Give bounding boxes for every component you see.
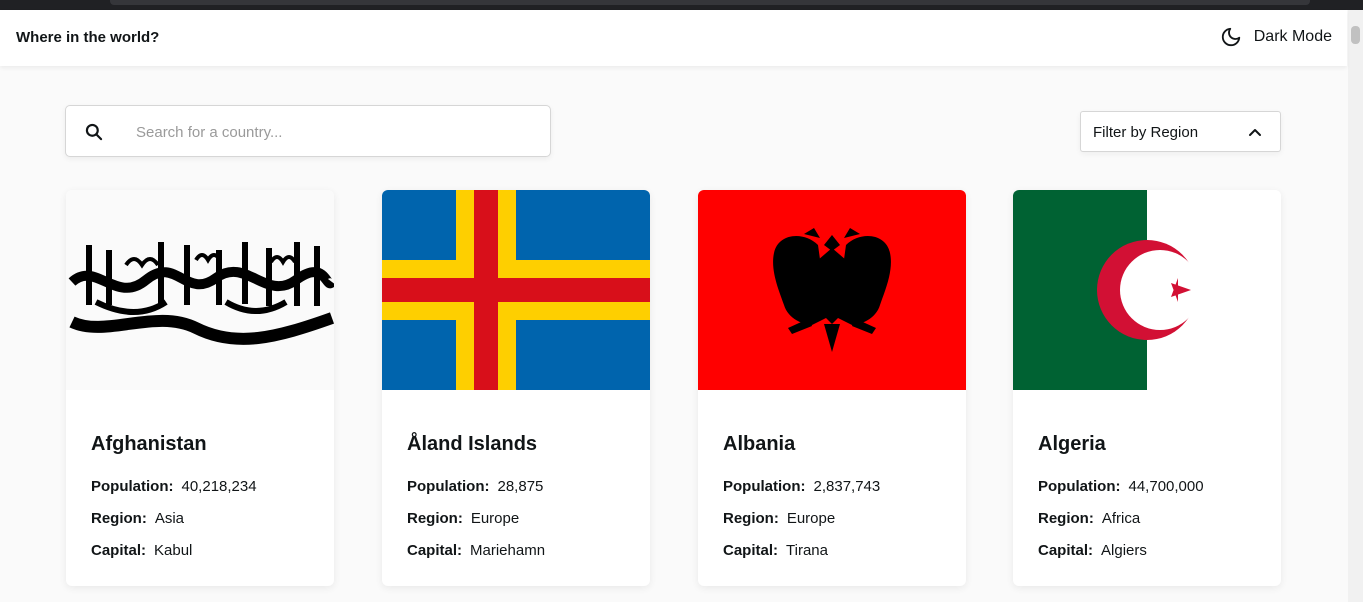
population-value: 44,700,000 (1128, 478, 1204, 495)
population-row: Population: 40,218,234 (91, 478, 257, 495)
region-label: Region: (723, 510, 779, 527)
capital-row: Capital: Mariehamn (407, 542, 545, 559)
algeria-flag (1013, 190, 1281, 390)
capital-label: Capital: (723, 542, 779, 559)
dark-mode-label: Dark Mode (1253, 28, 1332, 45)
region-row: Region: Africa (1038, 510, 1140, 527)
region-value: Europe (470, 510, 520, 527)
capital-label: Capital: (407, 542, 463, 559)
scrollbar-thumb[interactable] (1351, 26, 1360, 44)
region-value: Asia (154, 510, 185, 527)
capital-label: Capital: (1038, 542, 1094, 559)
population-row: Population: 44,700,000 (1038, 478, 1204, 495)
population-value: 28,875 (497, 478, 544, 495)
population-value: 2,837,743 (813, 478, 881, 495)
capital-label: Capital: (91, 542, 147, 559)
app-title: Where in the world? (16, 29, 160, 46)
population-label: Population: (91, 478, 174, 495)
browser-top-strip (0, 0, 1363, 10)
albania-flag (698, 190, 966, 390)
country-name: Algeria (1038, 433, 1106, 455)
country-card[interactable]: Åland Islands Population: 28,875 Region: E… (382, 190, 650, 586)
search-icon (85, 123, 103, 141)
population-label: Population: (723, 478, 806, 495)
region-value: Africa (1101, 510, 1141, 527)
country-card[interactable]: Albania Population: 2,837,743 Region: Euro… (698, 190, 966, 586)
country-name: Afghanistan (91, 433, 207, 455)
region-row: Region: Europe (407, 510, 519, 527)
country-name: Albania (723, 433, 796, 455)
population-label: Population: (1038, 478, 1121, 495)
app-header: Where in the world? Dark Mode (0, 10, 1347, 66)
region-row: Region: Europe (723, 510, 835, 527)
region-filter-dropdown[interactable]: Filter by Region (1080, 111, 1281, 152)
aland-islands-flag (382, 190, 650, 390)
population-value: 40,218,234 (181, 478, 257, 495)
region-filter-label: Filter by Region (1093, 124, 1199, 141)
capital-value: Kabul (154, 542, 193, 559)
population-row: Population: 2,837,743 (723, 478, 880, 495)
population-label: Population: (407, 478, 490, 495)
browser-tab-bar (110, 0, 1310, 5)
capital-value: Mariehamn (470, 542, 546, 559)
capital-row: Capital: Tirana (723, 542, 828, 559)
capital-value: Tirana (786, 542, 828, 559)
country-card[interactable]: Afghanistan Population: 40,218,234 Region… (66, 190, 334, 586)
page-scrollbar[interactable] (1348, 10, 1363, 602)
search-input[interactable] (134, 118, 538, 146)
capital-row: Capital: Kabul (91, 542, 192, 559)
capital-value: Algiers (1101, 542, 1147, 559)
region-label: Region: (407, 510, 463, 527)
region-label: Region: (91, 510, 147, 527)
region-label: Region: (1038, 510, 1094, 527)
dark-mode-toggle[interactable]: Dark Mode (1220, 26, 1332, 48)
population-row: Population: 28,875 (407, 478, 543, 495)
afghanistan-flag (66, 190, 334, 390)
country-card[interactable]: Algeria Population: 44,700,000 Region: Afr… (1013, 190, 1281, 586)
chevron-up-icon (1249, 129, 1261, 136)
region-value: Europe (786, 510, 836, 527)
region-row: Region: Asia (91, 510, 184, 527)
country-name: Åland Islands (407, 433, 538, 455)
search-box (65, 105, 551, 157)
capital-row: Capital: Algiers (1038, 542, 1147, 559)
moon-icon (1221, 27, 1240, 47)
